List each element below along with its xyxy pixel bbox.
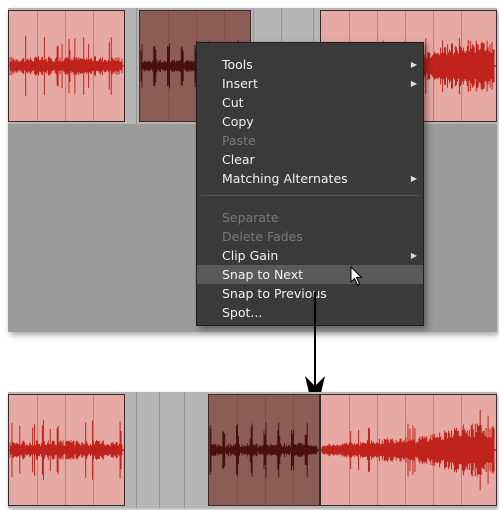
submenu-arrow-icon: ▶	[410, 251, 417, 260]
menu-item-label: Separate	[222, 210, 279, 225]
audio-clip-a[interactable]	[8, 10, 125, 122]
menu-item-label: Tools	[222, 57, 253, 72]
grid-line	[159, 392, 160, 508]
waveform-percussive	[209, 422, 319, 478]
menu-item-label: Paste	[222, 133, 256, 148]
menu-separator	[201, 195, 419, 196]
submenu-arrow-icon: ▶	[410, 174, 417, 183]
waveform-swell	[321, 409, 496, 491]
submenu-arrow-icon: ▶	[410, 79, 417, 88]
menu-item-matching-alternates[interactable]: Matching Alternates ▶	[197, 169, 423, 188]
menu-item-paste: Paste	[197, 131, 423, 150]
menu-item-delete-fades: Delete Fades	[197, 227, 423, 246]
clip-context-menu: Tools ▶ Insert ▶ Cut Copy Paste Clear Matching A…	[196, 42, 424, 326]
menu-item-clear[interactable]: Clear	[197, 150, 423, 169]
menu-item-label: Delete Fades	[222, 229, 303, 244]
audio-clip-b[interactable]	[208, 394, 320, 506]
grid-line	[136, 392, 137, 508]
menu-item-clip-gain[interactable]: Clip Gain ▶	[197, 246, 423, 265]
menu-item-label: Copy	[222, 114, 254, 129]
menu-item-label: Matching Alternates	[222, 171, 348, 186]
waveform-sustained	[9, 420, 124, 480]
menu-item-label: Snap to Next	[222, 267, 304, 282]
audio-clip-a[interactable]	[8, 394, 125, 506]
menu-item-tools[interactable]: Tools ▶	[197, 55, 423, 74]
menu-item-copy[interactable]: Copy	[197, 112, 423, 131]
menu-item-label: Insert	[222, 76, 258, 91]
menu-item-label: Clear	[222, 152, 255, 167]
menu-item-label: Spot...	[222, 305, 263, 320]
submenu-arrow-icon: ▶	[410, 60, 417, 69]
audio-clip-c[interactable]	[320, 394, 497, 506]
grid-line	[136, 8, 137, 124]
timeline-after	[8, 392, 497, 508]
menu-item-snap-to-next[interactable]: Snap to Next	[197, 265, 423, 284]
grid-line	[184, 392, 185, 508]
menu-item-insert[interactable]: Insert ▶	[197, 74, 423, 93]
menu-item-label: Clip Gain	[222, 248, 279, 263]
menu-item-separate: Separate	[197, 208, 423, 227]
audio-track	[8, 392, 497, 508]
menu-item-cut[interactable]: Cut	[197, 93, 423, 112]
mouse-cursor-icon	[350, 266, 363, 286]
menu-item-label: Cut	[222, 95, 244, 110]
menu-item-label: Mute Clip	[222, 324, 281, 325]
waveform-sustained	[9, 36, 124, 96]
